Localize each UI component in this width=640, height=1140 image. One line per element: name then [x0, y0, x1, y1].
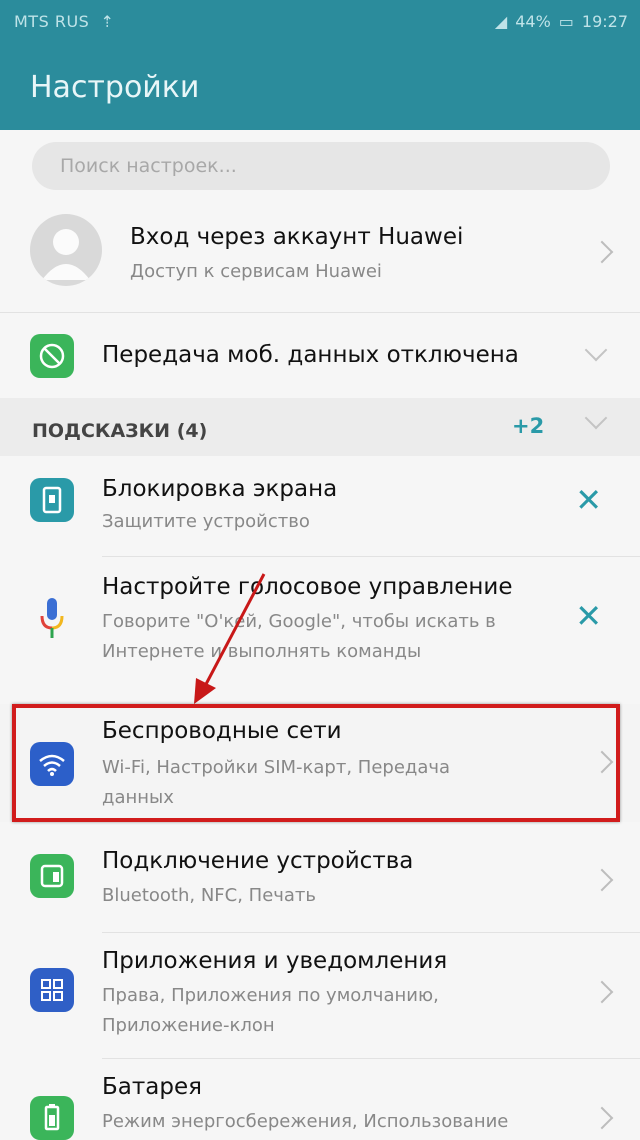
close-icon[interactable]: ✕	[575, 484, 602, 516]
mobile-data-title: Передача моб. данных отключена	[102, 342, 519, 368]
chevron-right-icon	[590, 980, 614, 1004]
avatar-icon	[42, 229, 90, 280]
suggestions-title: ПОДСКАЗКИ (4)	[32, 420, 208, 442]
divider	[102, 556, 640, 557]
mobile-data-row[interactable]: Передача моб. данных отключена	[0, 318, 640, 394]
highlight-box	[12, 704, 620, 822]
account-row[interactable]: Вход через аккаунт Huawei Доступ к серви…	[0, 196, 640, 306]
avatar	[30, 214, 102, 286]
suggestion-lock-screen[interactable]: Блокировка экрана Защитите устройство ✕	[0, 456, 640, 556]
status-bar: MTS RUS ⇡ ◢ 44% ▭ 19:27	[0, 0, 640, 46]
annotation-arrow	[194, 573, 266, 704]
chevron-right-icon	[590, 868, 614, 892]
battery-percent: 44%	[515, 12, 551, 31]
divider	[0, 312, 640, 313]
settings-item-apps[interactable]: Приложения и уведомления Права, Приложен…	[0, 936, 640, 1056]
settings-item-subtitle-line1: Bluetooth, NFC, Печать	[102, 885, 317, 906]
suggestions-more-count[interactable]: +2	[512, 414, 544, 438]
divider	[102, 1058, 640, 1059]
settings-item-title: Подключение устройства	[102, 848, 414, 874]
carrier-label: MTS RUS	[14, 12, 90, 31]
suggestion-title: Блокировка экрана	[102, 476, 338, 502]
suggestion-voice-control[interactable]: Настройте голосовое управление Говорите …	[0, 562, 640, 684]
settings-item-subtitle-line1: Права, Приложения по умолчанию,	[102, 985, 439, 1006]
account-title: Вход через аккаунт Huawei	[130, 224, 464, 250]
settings-item-subtitle-line1: Режим энергосбережения, Использование	[102, 1111, 509, 1132]
account-subtitle: Доступ к сервисам Huawei	[130, 261, 382, 282]
device-connect-icon	[30, 854, 74, 898]
clock: 19:27	[581, 12, 628, 31]
apps-icon	[30, 968, 74, 1012]
suggestion-subtitle-line1: Говорите "О'кей, Google", чтобы искать в	[102, 611, 496, 632]
page-title: Настройки	[30, 70, 200, 105]
usb-icon: ⇡	[94, 12, 115, 31]
suggestion-title: Настройте голосовое управление	[102, 574, 513, 600]
status-left: MTS RUS ⇡	[14, 12, 114, 31]
search-box[interactable]	[32, 142, 610, 190]
app-bar: Настройки	[0, 46, 640, 130]
settings-item-title: Батарея	[102, 1074, 202, 1100]
status-right: ◢ 44% ▭ 19:27	[495, 12, 628, 31]
mobile-data-icon	[30, 334, 74, 378]
divider	[102, 932, 640, 933]
settings-item-subtitle-line2: Приложение-клон	[102, 1015, 275, 1036]
suggestion-subtitle: Защитите устройство	[102, 511, 310, 532]
settings-item-title: Приложения и уведомления	[102, 948, 448, 974]
settings-item-device-connection[interactable]: Подключение устройства Bluetooth, NFC, П…	[0, 832, 640, 932]
chevron-right-icon	[590, 1106, 614, 1130]
lock-screen-icon	[30, 478, 74, 522]
chevron-right-icon	[590, 240, 614, 264]
close-icon[interactable]: ✕	[575, 600, 602, 632]
microphone-icon	[38, 596, 66, 640]
battery-icon	[30, 1096, 74, 1140]
chevron-down-icon[interactable]	[584, 338, 608, 362]
signal-icon: ◢	[494, 12, 508, 31]
settings-item-battery[interactable]: Батарея Режим энергосбережения, Использо…	[0, 1062, 640, 1140]
battery-icon: ▭	[558, 12, 574, 31]
search-input[interactable]	[58, 154, 582, 178]
